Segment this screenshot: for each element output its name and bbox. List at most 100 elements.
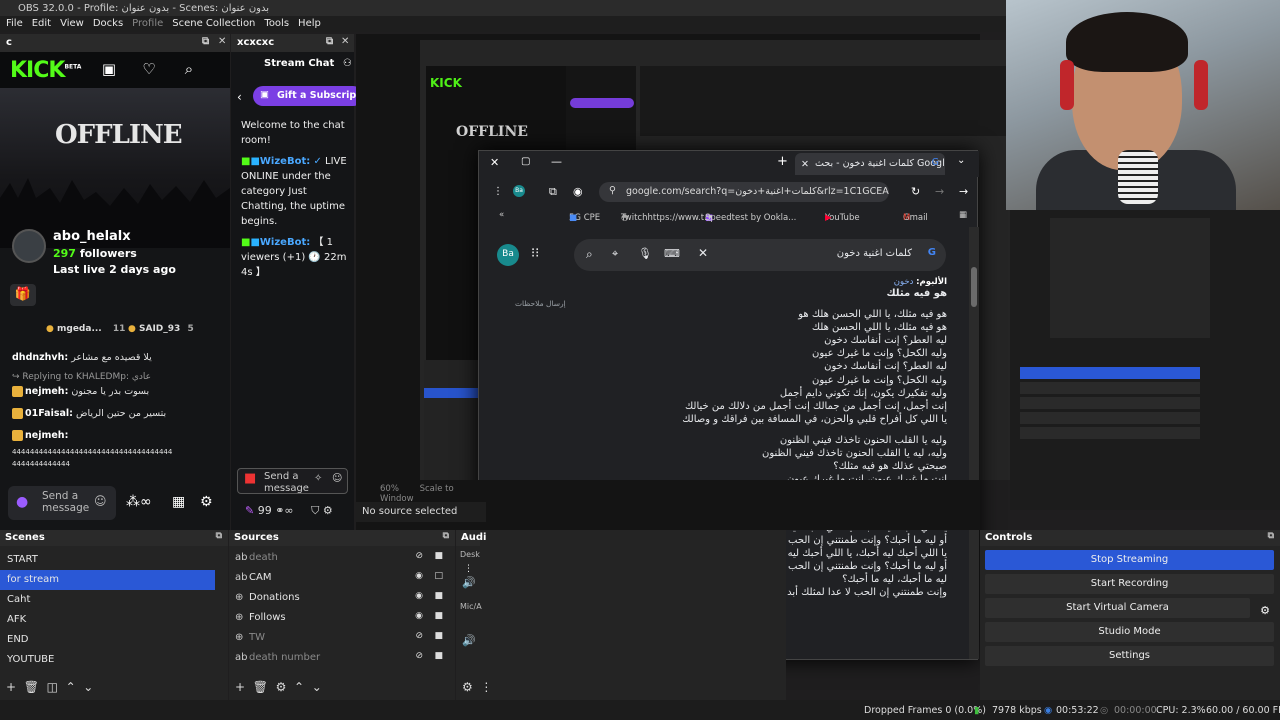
users-icon[interactable]: ⚇ bbox=[343, 58, 352, 69]
audio-settings-icon[interactable]: ⚙ bbox=[462, 680, 473, 694]
mic-icon[interactable]: ● bbox=[16, 494, 28, 510]
gift-icon[interactable]: 🎁 bbox=[10, 284, 36, 306]
extensions-icon[interactable]: ⧉ bbox=[549, 185, 557, 199]
menu-file[interactable]: File bbox=[6, 18, 23, 29]
chevron-down-icon[interactable]: ⌄ bbox=[83, 680, 93, 694]
scrollbar-thumb[interactable] bbox=[971, 267, 977, 307]
reload-icon[interactable]: ↻ bbox=[911, 185, 920, 198]
scene-item[interactable]: YOUTUBE bbox=[0, 650, 228, 670]
video-record-icon[interactable]: ■ bbox=[244, 472, 256, 485]
chevron-left-icon[interactable]: ‹ bbox=[237, 90, 242, 104]
source-item[interactable]: ⊕ Follows ◉ ■ bbox=[229, 608, 455, 628]
heart-icon[interactable]: ♡ bbox=[140, 60, 158, 78]
zoom-bar[interactable]: 60% Scale to Window bbox=[356, 480, 486, 504]
start-recording-button[interactable]: Start Recording bbox=[985, 574, 1274, 594]
profile-icon[interactable]: Ba bbox=[513, 185, 525, 197]
video-icon[interactable]: ▣ bbox=[100, 60, 118, 78]
volume-icon[interactable]: 🔊 bbox=[462, 576, 476, 589]
float-icon[interactable]: ⧉ bbox=[326, 36, 333, 47]
search-icon[interactable]: ⌕ bbox=[180, 60, 198, 78]
dock-float-icon[interactable]: ⧉ bbox=[1268, 531, 1274, 541]
restore-window-icon[interactable]: ▢ bbox=[521, 156, 530, 167]
gift-subscription-button[interactable]: ▣ Gift a Subscripti bbox=[253, 86, 363, 106]
trash-icon[interactable]: 🗑 bbox=[253, 680, 268, 694]
lock-icon[interactable]: □ bbox=[434, 571, 443, 581]
more-options-icon[interactable]: ⋮ bbox=[493, 186, 503, 197]
minimize-window-icon[interactable]: — bbox=[551, 155, 562, 168]
search-icon[interactable]: ⌕ bbox=[586, 247, 593, 262]
more-options-icon[interactable]: ⋮ bbox=[480, 680, 492, 694]
close-window-icon[interactable]: ✕ bbox=[490, 156, 499, 169]
stop-streaming-button[interactable]: Stop Streaming bbox=[985, 550, 1274, 570]
address-bar[interactable]: ⚲ google.com/search?q=كلمات+اغنية+دخون&rl… bbox=[599, 182, 889, 202]
lock-icon[interactable]: ■ bbox=[434, 631, 443, 641]
menu-scene-collection[interactable]: Scene Collection bbox=[172, 18, 255, 29]
chevron-up-icon[interactable]: ⌃ bbox=[294, 680, 304, 694]
apps-grid-icon[interactable]: ⁝⁝ bbox=[531, 246, 539, 261]
source-item[interactable]: ab death ⊘ ■ bbox=[229, 548, 455, 568]
chevron-up-icon[interactable]: ⌃ bbox=[66, 680, 76, 694]
page-scrollbar[interactable] bbox=[969, 227, 979, 659]
source-item[interactable]: ab CAM ◉ □ bbox=[229, 568, 455, 588]
menu-edit[interactable]: Edit bbox=[32, 18, 51, 29]
community-icon[interactable]: ⁂∞ bbox=[126, 494, 152, 510]
start-virtual-camera-button[interactable]: Start Virtual Camera bbox=[985, 598, 1250, 618]
lock-icon[interactable]: ■ bbox=[434, 611, 443, 621]
audio-options-icon[interactable]: ⋮ bbox=[464, 564, 473, 574]
studio-mode-button[interactable]: Studio Mode bbox=[985, 622, 1274, 642]
clear-search-icon[interactable]: ✕ bbox=[698, 246, 708, 260]
scene-item[interactable]: Caht bbox=[0, 590, 228, 610]
voice-search-icon[interactable]: 🎙 bbox=[638, 247, 652, 260]
browser-tab[interactable]: ✕كلمات اغنية دخون - بحث GoogleG bbox=[795, 153, 945, 175]
filter-icon[interactable]: ◫ bbox=[47, 680, 58, 694]
settings-button[interactable]: Settings bbox=[985, 646, 1274, 666]
eye-icon[interactable]: ◉ bbox=[415, 591, 423, 601]
avatar[interactable] bbox=[12, 229, 46, 263]
kick-chat-input[interactable]: ● Send a message ☺ bbox=[8, 486, 116, 520]
add-icon[interactable]: + bbox=[6, 680, 16, 694]
volume-icon[interactable]: 🔊 bbox=[462, 634, 476, 647]
google-search-box[interactable]: ⌕ ⌖ 🎙 ⌨ ✕ كلمات اغنية دخون G bbox=[574, 239, 946, 271]
new-tab-icon[interactable]: + bbox=[777, 154, 788, 169]
stream-chat-input[interactable]: ■ Send a message ✧ ☺ bbox=[237, 468, 348, 494]
emoji-icon[interactable]: ☺ bbox=[94, 494, 107, 508]
link-icon[interactable]: ⚭∞ bbox=[275, 504, 293, 517]
scene-item[interactable]: START bbox=[0, 550, 228, 570]
scene-item[interactable]: for stream bbox=[0, 570, 215, 590]
chevron-down-icon[interactable]: ⌄ bbox=[312, 680, 322, 694]
trash-icon[interactable]: 🗑 bbox=[24, 680, 39, 694]
close-icon[interactable]: ✕ bbox=[218, 36, 226, 47]
media-icon[interactable]: ◉ bbox=[573, 185, 583, 198]
kick-logo[interactable]: KICKBETA bbox=[10, 58, 81, 83]
streamer-name[interactable]: abo_helalx bbox=[53, 229, 131, 244]
eye-off-icon[interactable]: ⊘ bbox=[415, 551, 423, 561]
close-tab-icon[interactable]: ✕ bbox=[801, 159, 809, 170]
gear-icon[interactable]: ⚙ bbox=[1260, 604, 1270, 617]
menu-tools[interactable]: Tools bbox=[264, 18, 289, 29]
all-bookmarks-icon[interactable]: ▦ bbox=[959, 210, 967, 220]
lock-icon[interactable]: ■ bbox=[434, 651, 443, 661]
menu-help[interactable]: Help bbox=[298, 18, 321, 29]
eye-off-icon[interactable]: ⊘ bbox=[415, 651, 423, 661]
dock-float-icon[interactable]: ⧉ bbox=[443, 531, 449, 541]
zoom-level[interactable]: 60% bbox=[380, 484, 399, 494]
search-query[interactable]: كلمات اغنية دخون bbox=[837, 248, 912, 259]
forward-icon[interactable]: → bbox=[935, 185, 944, 198]
menu-profile[interactable]: Profile bbox=[132, 18, 163, 29]
bookmarks-chevron-icon[interactable]: « bbox=[499, 210, 504, 220]
close-icon[interactable]: ✕ bbox=[341, 36, 349, 47]
chevron-down-icon[interactable]: ⌄ bbox=[957, 155, 965, 166]
gear-icon[interactable]: ⚙ bbox=[200, 494, 213, 510]
gear-icon[interactable]: ⚙ bbox=[323, 504, 333, 517]
shield-icon[interactable]: ⛉ bbox=[311, 504, 319, 517]
source-item[interactable]: ⊕ TW ⊘ ■ bbox=[229, 628, 455, 648]
google-account-avatar[interactable]: Ba bbox=[497, 244, 519, 266]
source-item[interactable]: ⊕ Donations ◉ ■ bbox=[229, 588, 455, 608]
lock-icon[interactable]: ■ bbox=[434, 591, 443, 601]
emoji-icon[interactable]: ☺ bbox=[332, 473, 342, 485]
eye-off-icon[interactable]: ⊘ bbox=[415, 631, 423, 641]
eye-icon[interactable]: ◉ bbox=[415, 571, 423, 581]
eye-icon[interactable]: ◉ bbox=[415, 611, 423, 621]
source-item[interactable]: ab death number ⊘ ■ bbox=[229, 648, 455, 668]
add-icon[interactable]: + bbox=[235, 680, 245, 694]
